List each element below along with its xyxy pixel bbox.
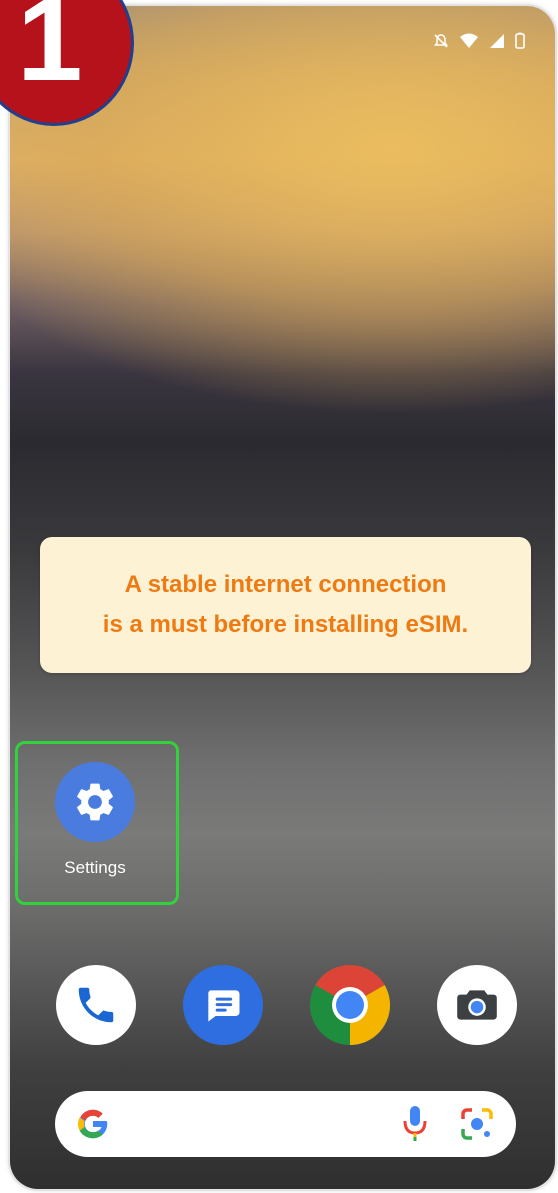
wifi-icon bbox=[460, 33, 478, 48]
settings-label: Settings bbox=[64, 858, 126, 877]
messages-app[interactable] bbox=[183, 965, 263, 1045]
notice-line-1: A stable internet connection bbox=[124, 571, 447, 598]
app-dock bbox=[10, 965, 555, 1045]
notifications-off-icon bbox=[434, 33, 448, 48]
camera-icon bbox=[457, 990, 497, 1020]
internet-notice: A stable internet connection is a must b… bbox=[40, 537, 531, 673]
status-bar bbox=[433, 32, 525, 49]
phone-app[interactable] bbox=[56, 965, 136, 1045]
cell-signal-icon bbox=[490, 33, 504, 48]
google-g-icon bbox=[78, 1109, 108, 1139]
phone-home-screen: A stable internet connection is a must b… bbox=[10, 6, 555, 1189]
phone-icon bbox=[78, 987, 114, 1023]
settings-gear-icon bbox=[55, 762, 135, 842]
settings-app[interactable]: Settings bbox=[30, 762, 160, 892]
google-search-bar[interactable] bbox=[55, 1091, 516, 1157]
notice-line-2: is a must before installing eSIM. bbox=[102, 611, 469, 638]
step-number: 1 bbox=[17, 0, 83, 106]
microphone-icon[interactable] bbox=[402, 1104, 428, 1144]
chrome-icon bbox=[310, 965, 390, 1045]
battery-icon bbox=[515, 32, 525, 49]
google-lens-icon[interactable] bbox=[460, 1107, 494, 1141]
camera-app[interactable] bbox=[437, 965, 517, 1045]
messages-icon bbox=[208, 990, 240, 1022]
chrome-app[interactable] bbox=[310, 965, 390, 1045]
